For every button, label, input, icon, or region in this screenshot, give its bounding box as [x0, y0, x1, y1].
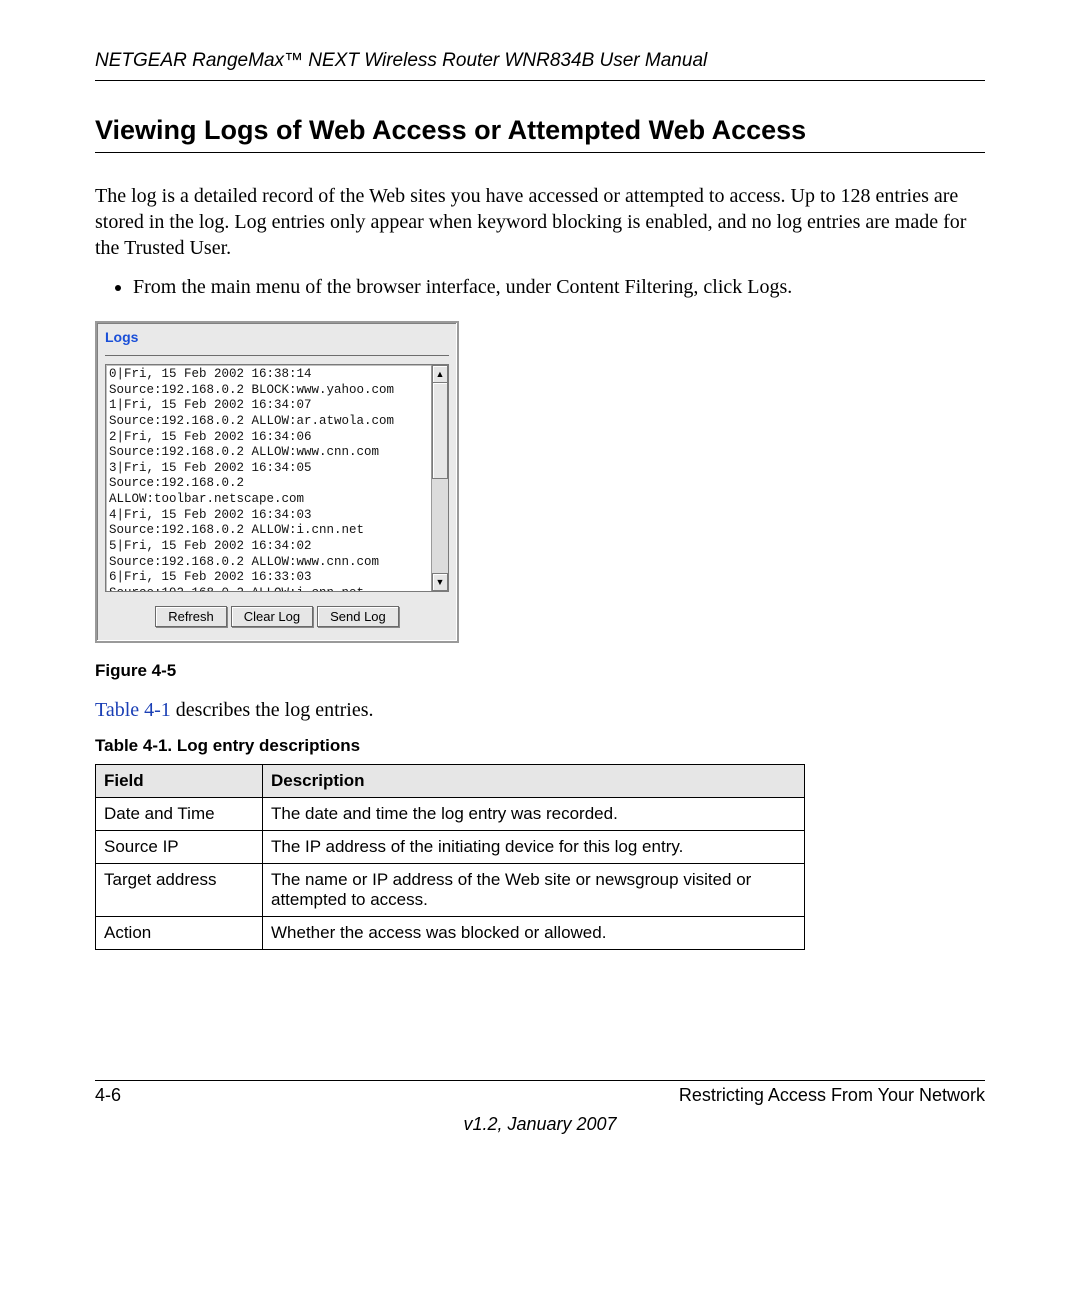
scrollbar[interactable]: ▲ ▼	[431, 365, 448, 591]
table-cell-field: Date and Time	[96, 798, 263, 831]
footer-rule	[95, 1080, 985, 1081]
logs-panel-title: Logs	[105, 329, 449, 345]
send-log-button[interactable]: Send Log	[317, 606, 399, 627]
divider	[105, 355, 449, 356]
table-cell-description: Whether the access was blocked or allowe…	[263, 917, 805, 950]
table-header-field: Field	[96, 765, 263, 798]
figure-caption: Figure 4-5	[95, 661, 985, 681]
section-title: Viewing Logs of Web Access or Attempted …	[95, 115, 985, 153]
table-cell-description: The name or IP address of the Web site o…	[263, 864, 805, 917]
table-row: Source IPThe IP address of the initiatin…	[96, 831, 805, 864]
page-number: 4-6	[95, 1085, 121, 1106]
intro-paragraph: The log is a detailed record of the Web …	[95, 183, 985, 261]
running-head: NETGEAR RangeMax™ NEXT Wireless Router W…	[95, 50, 985, 81]
refresh-button[interactable]: Refresh	[155, 606, 227, 627]
logs-textarea[interactable]: 0|Fri, 15 Feb 2002 16:38:14 Source:192.1…	[105, 364, 449, 592]
scroll-up-button[interactable]: ▲	[432, 365, 448, 383]
table-row: Target addressThe name or IP address of …	[96, 864, 805, 917]
scroll-down-button[interactable]: ▼	[432, 573, 448, 591]
logs-panel: Logs 0|Fri, 15 Feb 2002 16:38:14 Source:…	[95, 321, 459, 643]
table-caption: Table 4-1. Log entry descriptions	[95, 736, 985, 756]
bullet-instruction: From the main menu of the browser interf…	[133, 273, 985, 301]
table-reference: Table 4-1 describes the log entries.	[95, 699, 985, 722]
table-row: ActionWhether the access was blocked or …	[96, 917, 805, 950]
table-row: Date and TimeThe date and time the log e…	[96, 798, 805, 831]
version-line: v1.2, January 2007	[95, 1114, 985, 1135]
table-ref-rest: describes the log entries.	[171, 699, 374, 721]
table-cell-description: The date and time the log entry was reco…	[263, 798, 805, 831]
table-cell-field: Source IP	[96, 831, 263, 864]
table-cell-field: Action	[96, 917, 263, 950]
table-header-description: Description	[263, 765, 805, 798]
table-cell-description: The IP address of the initiating device …	[263, 831, 805, 864]
table-link[interactable]: Table 4-1	[95, 699, 171, 721]
table-cell-field: Target address	[96, 864, 263, 917]
log-entry-table: Field Description Date and TimeThe date …	[95, 764, 805, 950]
scroll-thumb[interactable]	[432, 382, 448, 479]
chapter-title: Restricting Access From Your Network	[679, 1085, 985, 1106]
clear-log-button[interactable]: Clear Log	[231, 606, 313, 627]
